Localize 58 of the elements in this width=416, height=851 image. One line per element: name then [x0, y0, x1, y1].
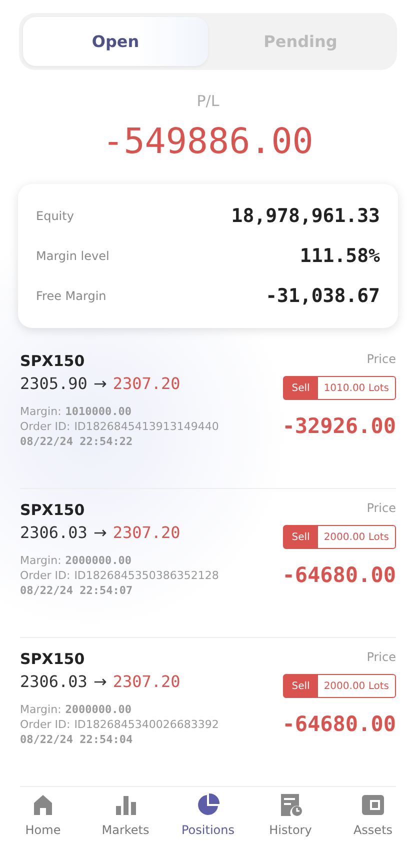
arrow-icon: → [93, 672, 107, 691]
price-label: Price [366, 352, 396, 366]
symbol: SPX150 [20, 352, 86, 370]
arrow-icon: → [93, 374, 107, 393]
price-label: Price [366, 650, 396, 664]
lots-label: 2000.00 Lots [322, 680, 390, 694]
pl-label: P/L [196, 92, 220, 110]
nav-item[interactable]: Assets [338, 793, 408, 847]
wallet-icon [361, 793, 385, 817]
side-label: Sell [284, 377, 318, 399]
margin-value: 1010000.00 [65, 405, 132, 418]
current-price: 2307.20 [112, 374, 180, 393]
symbol: SPX150 [20, 650, 86, 668]
position-pnl: -32926.00 [282, 414, 396, 438]
summary-label: Free Margin [36, 289, 106, 303]
home-icon [31, 793, 55, 817]
summary-label: Margin level [36, 249, 110, 263]
margin-label: Margin: [20, 554, 62, 567]
position-pnl: -64680.00 [282, 712, 396, 736]
margin-value: 2000000.00 [65, 554, 132, 567]
nav-item[interactable]: Markets [90, 793, 160, 847]
margin-label: Margin: [20, 405, 62, 418]
lots-label: 1010.00 Lots [322, 382, 390, 396]
lots-label: 2000.00 Lots [322, 530, 390, 544]
nav-item[interactable]: History [256, 793, 326, 847]
summary-value: -31,038.67 [266, 285, 380, 307]
order-time: 08/22/24 22:54:04 [20, 733, 134, 746]
bar-chart-icon [114, 793, 138, 817]
order-id: ID1826845413913149440 [74, 420, 219, 433]
open-price: 2305.90 [20, 374, 88, 393]
margin-value: 2000000.00 [65, 703, 132, 716]
summary-label: Equity [36, 209, 74, 223]
summary-value: 111.58% [300, 245, 380, 267]
side-label: Sell [284, 675, 318, 697]
order-id-label: Order ID: [20, 569, 70, 582]
current-price: 2307.20 [112, 523, 180, 542]
order-time: 08/22/24 22:54:22 [20, 435, 134, 448]
open-price: 2306.03 [20, 523, 88, 542]
margin-label: Margin: [20, 703, 62, 716]
price-label: Price [366, 501, 396, 515]
tab[interactable]: Open [23, 17, 208, 66]
current-price: 2307.20 [112, 672, 180, 691]
nav-item[interactable]: Positions [173, 793, 243, 847]
order-id: ID1826845350386352128 [74, 569, 219, 582]
open-price: 2306.03 [20, 672, 88, 691]
order-time: 08/22/24 22:54:07 [20, 584, 134, 597]
arrow-icon: → [93, 523, 107, 542]
position-pnl: -64680.00 [282, 563, 396, 587]
order-id: ID1826845340026683392 [74, 718, 219, 731]
document-clock-icon [278, 793, 302, 817]
pie-chart-icon [196, 793, 220, 817]
order-id-label: Order ID: [20, 718, 70, 731]
order-id-label: Order ID: [20, 420, 70, 433]
pl-value: -549886.00 [102, 122, 314, 162]
nav-item[interactable]: Home [8, 793, 78, 847]
side-label: Sell [284, 526, 318, 548]
symbol: SPX150 [20, 501, 86, 519]
summary-value: 18,978,961.33 [231, 205, 380, 227]
